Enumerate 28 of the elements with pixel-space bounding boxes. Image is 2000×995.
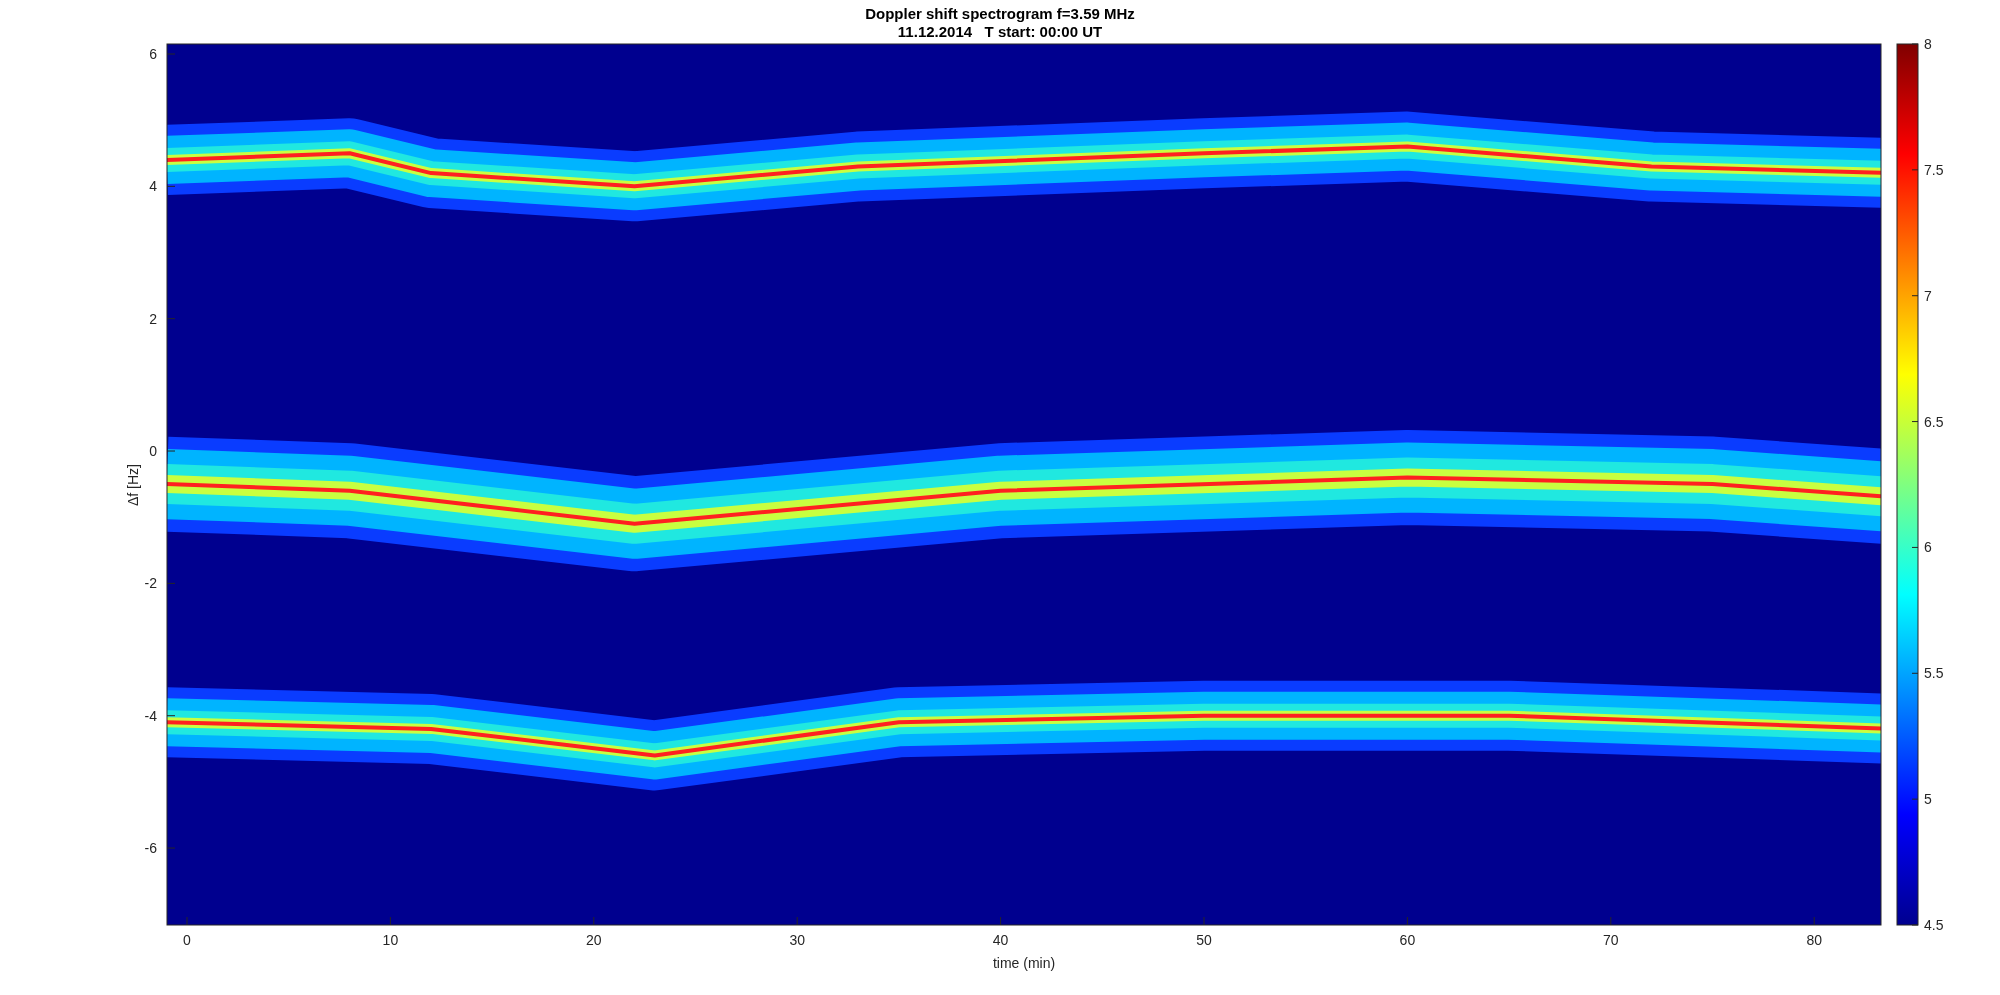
x-tick-label: 20	[586, 932, 602, 948]
x-axis-label: time (min)	[992, 955, 1056, 971]
x-tick-label: 10	[382, 932, 399, 948]
x-tick-label: 60	[1399, 932, 1416, 948]
x-tick-label: 50	[1196, 932, 1212, 948]
y-tick-label: 4	[149, 178, 157, 195]
chart-subtitle: 11.12.2014 T start: 00:00 UT	[897, 23, 1103, 40]
y-tick-label: 0	[149, 443, 157, 459]
colorbar-tick-label: 7	[1924, 287, 1932, 304]
y-tick-label: 6	[149, 46, 157, 62]
colorbar-tick-label: 7.5	[1924, 161, 1944, 178]
colorbar-tick-label: 6	[1924, 539, 1932, 556]
x-tick-label: 0	[183, 932, 191, 948]
y-tick-label: 2	[149, 310, 157, 327]
x-tick-label: 70	[1603, 932, 1619, 948]
colorbar-tick-label: 5	[1924, 791, 1932, 808]
y-tick-label: -4	[144, 707, 157, 724]
y-tick-label: -6	[144, 840, 157, 857]
colorbar-tick-label: 5.5	[1924, 665, 1944, 682]
x-tick-label: 80	[1806, 932, 1822, 948]
colorbar-tick-label: 6.5	[1924, 413, 1944, 430]
chart-title: Doppler shift spectrogram f=3.59 MHz	[865, 5, 1135, 22]
y-tick-label: -2	[144, 575, 157, 592]
x-tick-label: 30	[789, 932, 805, 948]
y-axis-label: Δf [Hz]	[125, 464, 141, 506]
colorbar-tick-label: 8	[1924, 36, 1932, 52]
colorbar-tick-label: 4.5	[1924, 917, 1944, 933]
x-tick-label: 40	[992, 932, 1009, 948]
